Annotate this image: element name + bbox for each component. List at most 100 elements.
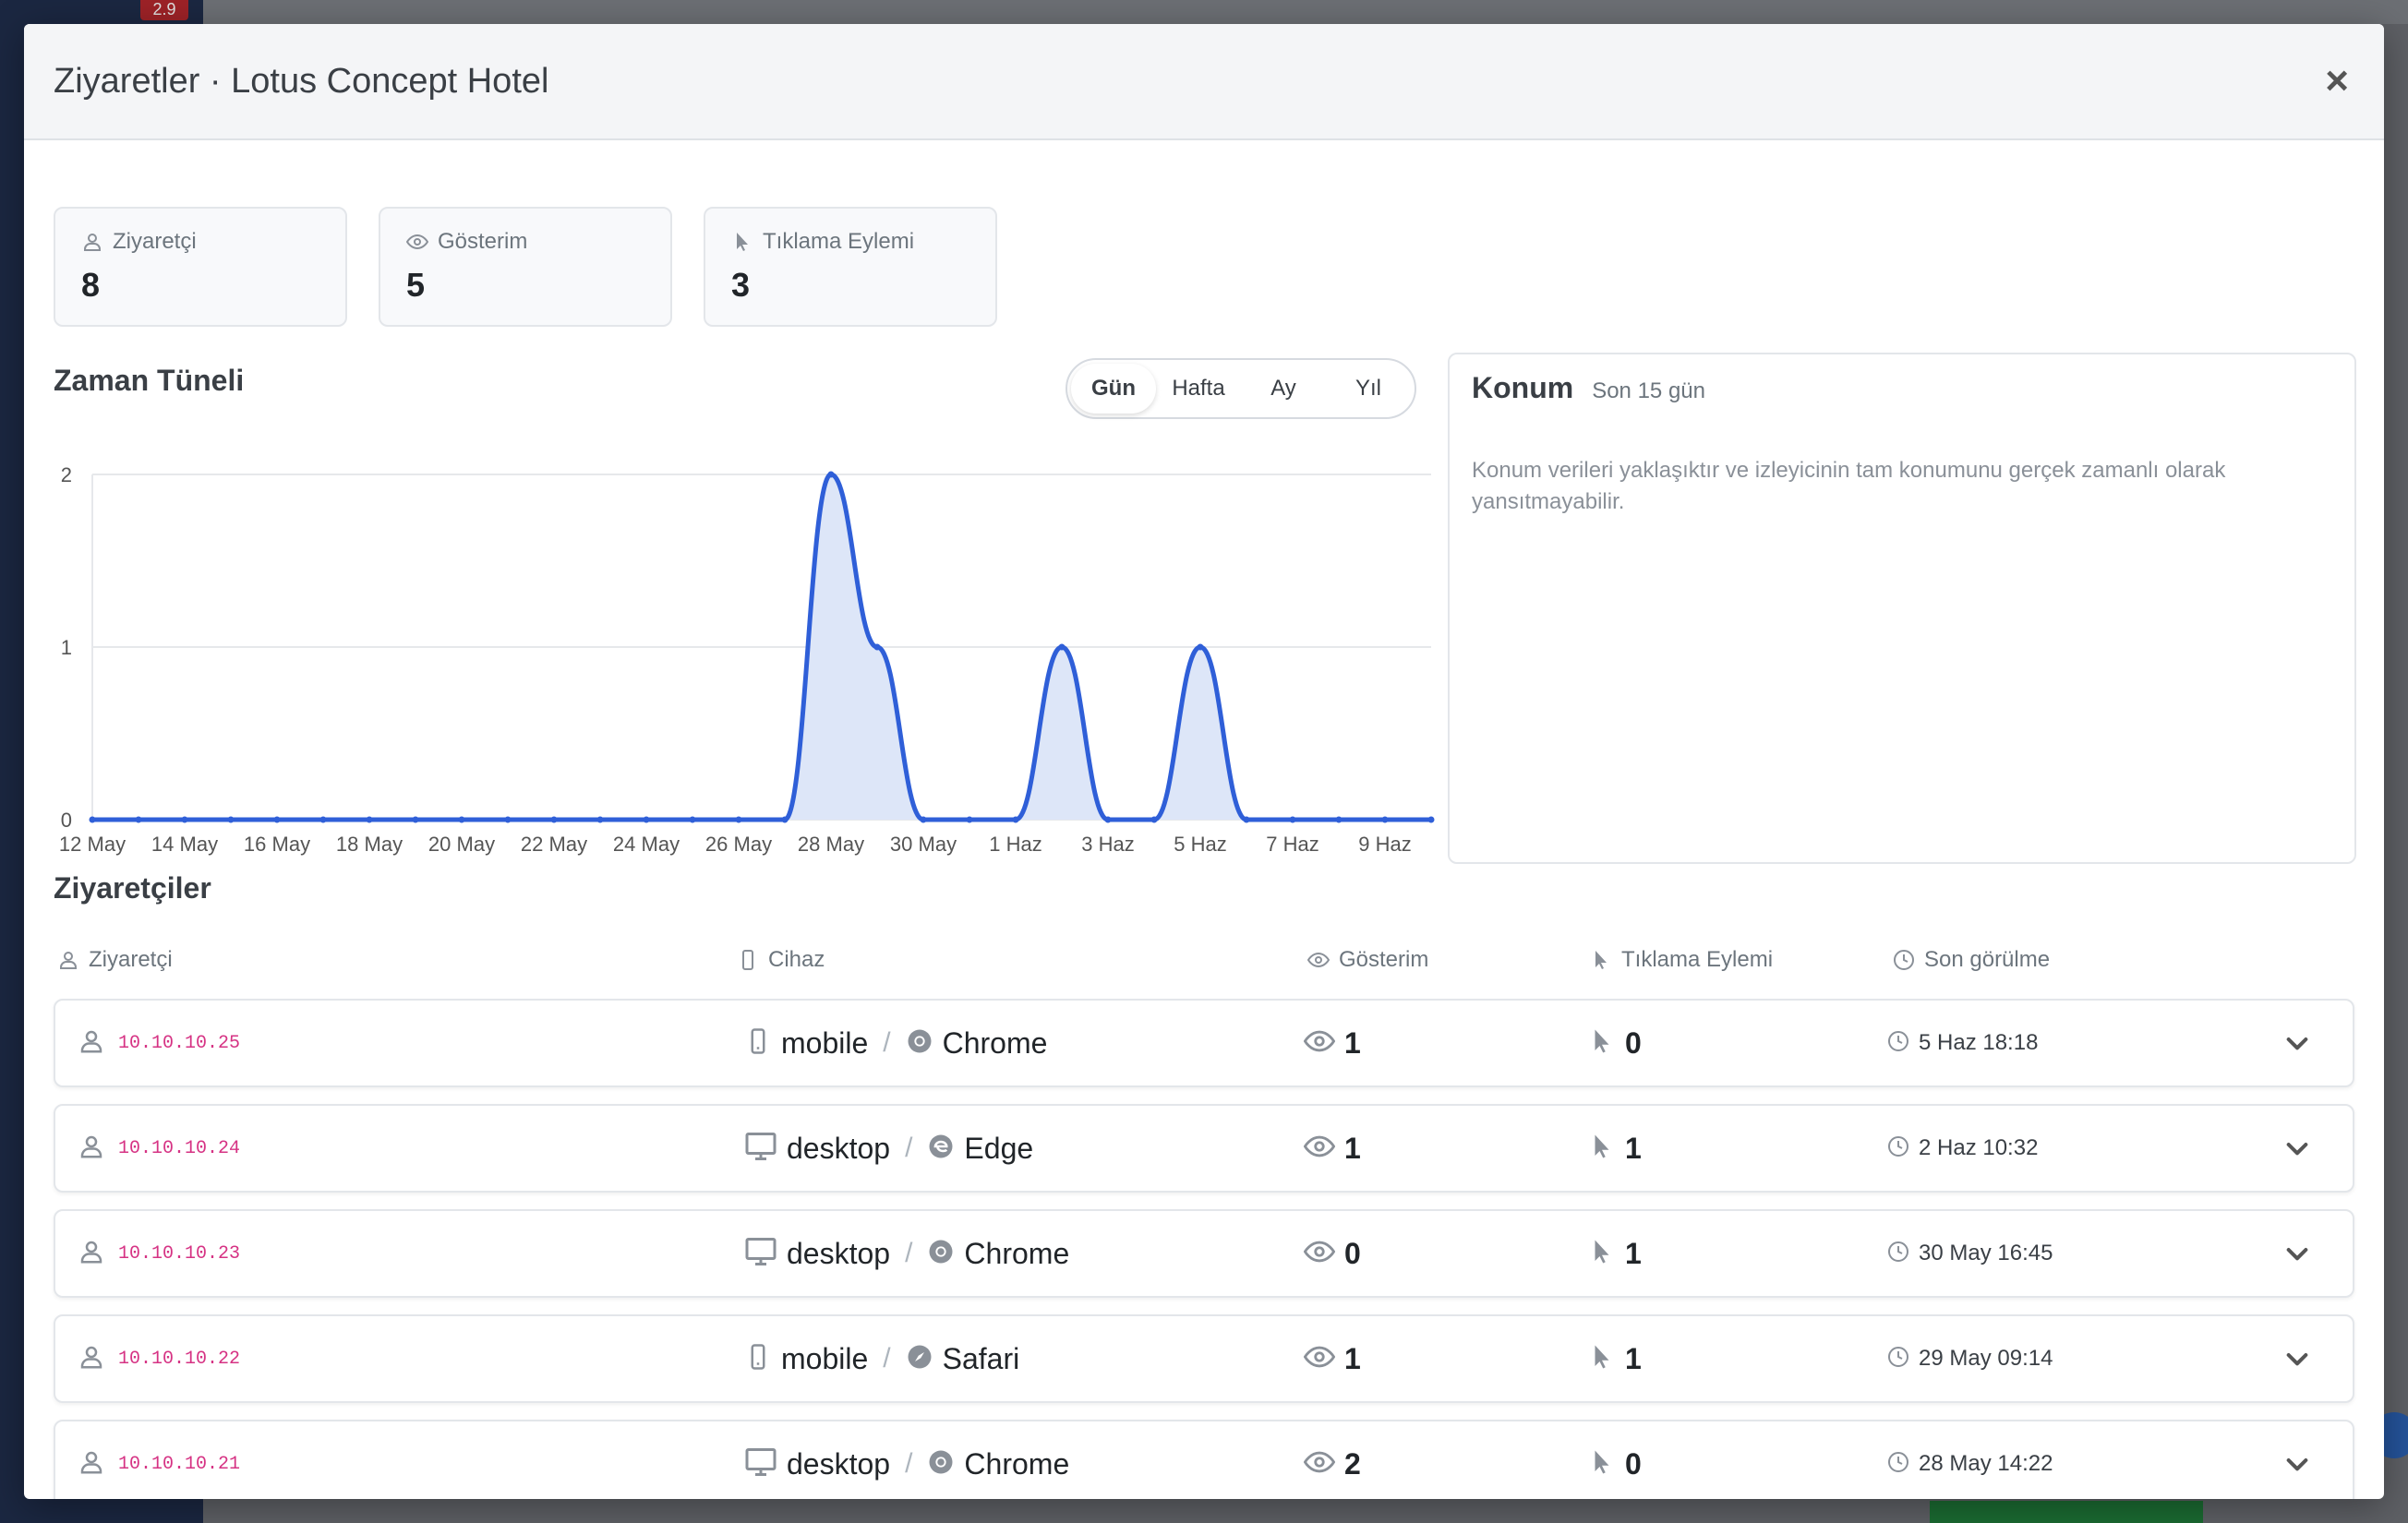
pointer-icon	[1588, 1027, 1616, 1060]
last-seen: 29 May 09:14	[1919, 1346, 2053, 1371]
header-clicks: Tıklama Eylemi	[1590, 947, 1773, 973]
data-point	[1012, 816, 1019, 823]
pointer-icon	[1588, 1133, 1616, 1165]
visitor-ip: 10.10.10.24	[118, 1137, 241, 1159]
x-tick-label: 30 May	[890, 833, 957, 856]
data-point	[781, 816, 789, 823]
data-point	[735, 816, 742, 823]
visitor-ip: 10.10.10.21	[118, 1453, 241, 1475]
safari-icon	[906, 1343, 933, 1375]
phone-icon	[742, 950, 753, 970]
clicks-count: 1	[1625, 1341, 1642, 1375]
header-views-label: Gösterim	[1339, 947, 1429, 972]
chevron-down-icon[interactable]	[2282, 1133, 2312, 1163]
visits-modal: Ziyaretler · Lotus Concept Hotel × Ziyar…	[24, 24, 2384, 1499]
data-point	[319, 816, 327, 823]
timeline-chart-svg: 0 1 2 12 May 14 May 16 May 18 May 20 May 22 May 2…	[59, 463, 1435, 856]
chevron-down-icon[interactable]	[2282, 1239, 2312, 1268]
x-tick-label: 24 May	[613, 833, 680, 856]
device-type: desktop	[787, 1131, 891, 1165]
pointer-icon	[737, 233, 748, 251]
visitor-row[interactable]: 10.10.10.24 desktop / Edge 1 1 2 Haz 10:…	[54, 1104, 2354, 1193]
clock-icon	[1894, 950, 1914, 970]
data-point	[504, 816, 512, 823]
data-point	[1427, 816, 1435, 823]
visitor-row[interactable]: 10.10.10.23 desktop / Chrome 0 1 30 May …	[54, 1209, 2354, 1298]
x-tick-label: 18 May	[336, 833, 403, 856]
data-point	[412, 816, 419, 823]
chevron-down-icon[interactable]	[2282, 1028, 2312, 1058]
x-tick-label: 22 May	[521, 833, 587, 856]
header-device-label: Cihaz	[768, 947, 825, 972]
user-icon	[78, 1448, 105, 1481]
range-toggle-group: Gün Hafta Ay Yıl	[1066, 358, 1416, 419]
user-icon	[78, 1238, 105, 1270]
visitor-ip: 10.10.10.22	[118, 1348, 241, 1370]
data-point	[458, 816, 465, 823]
last-seen-cell: 5 Haz 18:18	[1887, 1001, 2038, 1085]
eye-icon	[1303, 1131, 1336, 1167]
clock-icon	[1887, 1030, 1909, 1057]
views-cell: 1	[1303, 1001, 1361, 1085]
y-tick-label: 2	[61, 463, 72, 486]
visitor-row[interactable]: 10.10.10.21 desktop / Chrome 2 0 28 May …	[54, 1420, 2354, 1499]
device-cell: desktop / Edge	[744, 1106, 1033, 1191]
range-year-button[interactable]: Yıl	[1326, 364, 1411, 414]
x-tick-label: 9 Haz	[1358, 833, 1411, 856]
data-point	[1335, 816, 1342, 823]
timeline-title: Zaman Tüneli	[54, 364, 245, 397]
device-cell: desktop / Chrome	[744, 1211, 1069, 1296]
views-count: 1	[1344, 1341, 1361, 1375]
browser-name: Chrome	[942, 1025, 1048, 1060]
data-point	[550, 816, 558, 823]
chevron-down-icon[interactable]	[2282, 1344, 2312, 1373]
visitors-title: Ziyaretçiler	[54, 871, 211, 905]
data-point	[89, 816, 96, 823]
browser-name: Chrome	[964, 1236, 1070, 1270]
clicks-cell: 0	[1588, 1001, 1642, 1085]
data-point	[966, 816, 973, 823]
header-clicks-label: Tıklama Eylemi	[1621, 947, 1774, 972]
data-point	[873, 643, 881, 651]
stat-card-clicks: Tıklama Eylemi 3	[704, 207, 997, 327]
visitor-cell: 10.10.10.24	[78, 1106, 240, 1191]
visitor-row[interactable]: 10.10.10.22 mobile / Safari 1 1 29 May 0…	[54, 1314, 2354, 1403]
close-button[interactable]: ×	[2325, 61, 2349, 102]
range-month-button[interactable]: Ay	[1241, 364, 1326, 414]
clicks-count: 1	[1625, 1236, 1642, 1270]
x-tick-label: 3 Haz	[1081, 833, 1134, 856]
views-count: 1	[1344, 1025, 1361, 1060]
data-point	[1150, 816, 1158, 823]
range-week-button[interactable]: Hafta	[1156, 364, 1241, 414]
last-seen: 28 May 14:22	[1919, 1451, 2053, 1476]
visitor-row[interactable]: 10.10.10.25 mobile / Chrome 1 0 5 Haz 18…	[54, 999, 2354, 1087]
clicks-cell: 1	[1588, 1316, 1642, 1401]
stat-label: Gösterim	[438, 229, 528, 254]
phone-icon	[744, 1343, 772, 1375]
monitor-icon	[744, 1445, 777, 1483]
range-day-button[interactable]: Gün	[1071, 364, 1156, 414]
header-last-seen: Son görülme	[1893, 947, 2050, 973]
header-last-seen-label: Son görülme	[1924, 947, 2051, 972]
stat-label: Ziyaretçi	[113, 229, 197, 254]
clicks-cell: 1	[1588, 1211, 1642, 1296]
chevron-down-icon[interactable]	[2282, 1449, 2312, 1479]
views-cell: 0	[1303, 1211, 1361, 1296]
data-point	[643, 816, 650, 823]
views-count: 2	[1344, 1446, 1361, 1481]
clock-icon	[1887, 1241, 1909, 1267]
stats-row: Ziyaretçi 8 Gösterim 5 Tıklama Eylemi 3	[54, 207, 997, 327]
eye-icon	[406, 234, 428, 250]
views-cell: 1	[1303, 1106, 1361, 1191]
device-cell: mobile / Safari	[744, 1316, 1019, 1401]
data-point	[1381, 816, 1389, 823]
x-tick-label: 12 May	[59, 833, 126, 856]
clock-icon	[1887, 1451, 1909, 1478]
device-type: desktop	[787, 1446, 891, 1481]
last-seen: 2 Haz 10:32	[1919, 1135, 2039, 1160]
views-count: 0	[1344, 1236, 1361, 1270]
data-point	[1289, 816, 1296, 823]
visitor-cell: 10.10.10.21	[78, 1421, 240, 1499]
modal-header: Ziyaretler · Lotus Concept Hotel ×	[24, 24, 2384, 140]
data-point	[135, 816, 142, 823]
